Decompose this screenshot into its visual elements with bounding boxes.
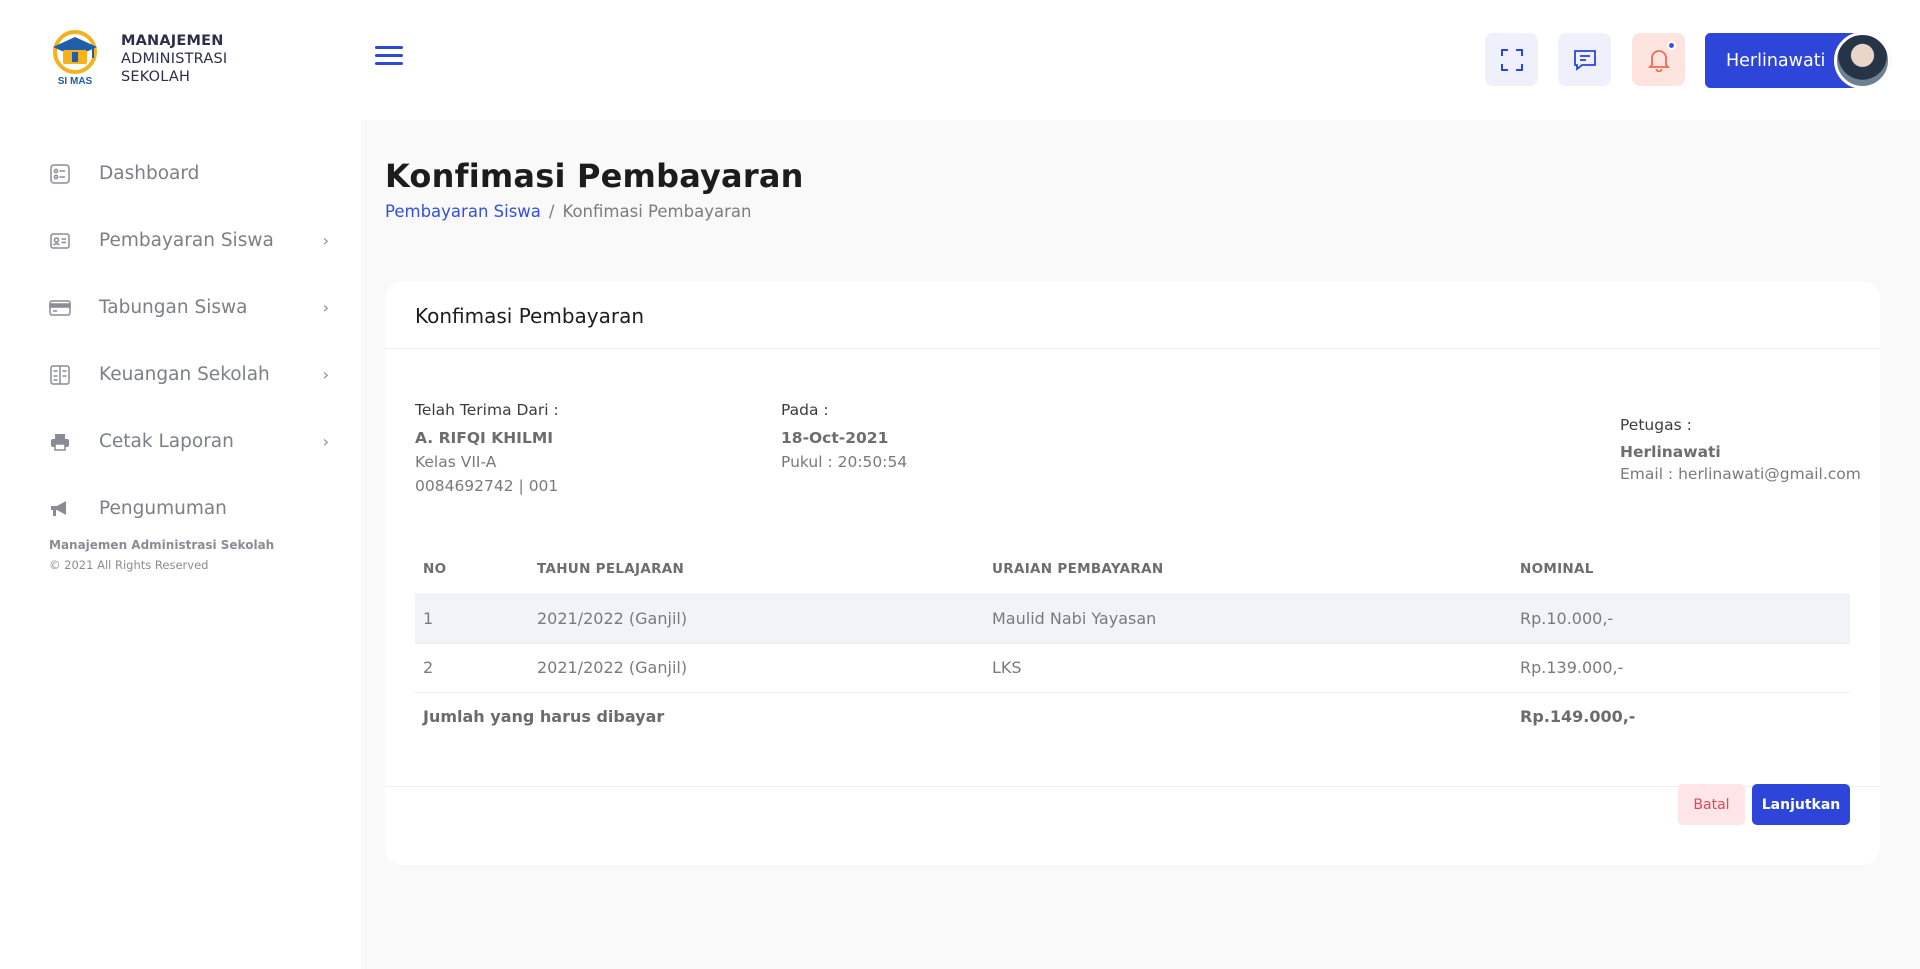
table-row: 1 2021/2022 (Ganjil) Maulid Nabi Yayasan…	[415, 593, 1850, 643]
bell-icon	[1647, 49, 1670, 72]
student-ids: 0084692742 | 001	[415, 477, 559, 495]
breadcrumb-link-pembayaran-siswa[interactable]: Pembayaran Siswa	[385, 202, 541, 221]
sidebar-footer-title: Manajemen Administrasi Sekolah	[49, 538, 275, 552]
hamburger-menu-icon[interactable]	[375, 46, 403, 68]
app-logo[interactable]: SI MAS MANAJEMEN ADMINISTRASI SEKOLAH	[49, 30, 227, 88]
cell-uraian-pembayaran: LKS	[984, 642, 1512, 692]
chevron-right-icon: ›	[322, 365, 329, 384]
sidebar-item-pengumuman[interactable]: Pengumuman	[49, 475, 329, 542]
user-name: Herlinawati	[1726, 50, 1826, 71]
sidebar-item-label: Pengumuman	[99, 498, 227, 519]
chevron-right-icon: ›	[322, 432, 329, 451]
confirmation-card: Konfimasi Pembayaran Telah Terima Dari :…	[385, 281, 1880, 865]
payment-table: NO TAHUN PELAJARAN URAIAN PEMBAYARAN NOM…	[415, 544, 1850, 741]
logo-text: MANAJEMEN ADMINISTRASI SEKOLAH	[121, 32, 227, 86]
table-row: 2 2021/2022 (Ganjil) LKS Rp.139.000,-	[415, 642, 1850, 692]
sidebar-footer-copyright: © 2021 All Rights Reserved	[49, 558, 209, 572]
notification-dot	[1667, 41, 1676, 50]
sidebar-item-keuangan-sekolah[interactable]: Keuangan Sekolah ›	[49, 341, 329, 408]
user-menu-button[interactable]: Herlinawati	[1705, 32, 1891, 89]
chat-icon	[1573, 49, 1596, 71]
cell-nominal: Rp.10.000,-	[1512, 593, 1850, 643]
cell-no: 1	[415, 593, 529, 643]
sidebar-item-label: Keuangan Sekolah	[99, 364, 270, 385]
cancel-button[interactable]: Batal	[1678, 784, 1745, 825]
table-header-row: NO TAHUN PELAJARAN URAIAN PEMBAYARAN NOM…	[415, 544, 1850, 594]
officer-label: Petugas :	[1620, 416, 1692, 434]
logo-line-3: SEKOLAH	[121, 69, 191, 85]
cell-tahun-pelajaran: 2021/2022 (Ganjil)	[529, 593, 984, 643]
page-title: Konfimasi Pembayaran	[385, 157, 804, 195]
card-divider	[385, 348, 1880, 349]
sidebar-item-label: Dashboard	[99, 163, 200, 184]
top-header: Herlinawati	[361, 0, 1920, 120]
column-header-nominal: NOMINAL	[1520, 560, 1594, 577]
officer-email: Email : herlinawati@gmail.com	[1620, 465, 1861, 483]
sidebar-item-label: Cetak Laporan	[99, 431, 234, 452]
sidebar-footer: Manajemen Administrasi Sekolah © 2021 Al…	[49, 538, 274, 572]
cell-tahun-pelajaran: 2021/2022 (Ganjil)	[529, 642, 984, 692]
student-class: Kelas VII-A	[415, 453, 497, 471]
officer-name: Herlinawati	[1620, 443, 1721, 461]
payment-date: 18-Oct-2021	[781, 429, 889, 447]
printer-icon	[49, 431, 71, 453]
sidebar-item-label: Tabungan Siswa	[99, 297, 248, 318]
breadcrumb-separator: /	[548, 202, 555, 221]
total-value: Rp.149.000,-	[1512, 691, 1850, 741]
avatar	[1834, 32, 1891, 89]
id-card-icon	[49, 230, 71, 252]
student-name: A. RIFQI KHILMI	[415, 429, 554, 447]
received-from-label: Telah Terima Dari :	[415, 401, 559, 419]
breadcrumb: Pembayaran Siswa / Konfimasi Pembayaran	[385, 202, 751, 221]
total-label: Jumlah yang harus dibayar	[415, 691, 1512, 741]
column-header-tahun-pelajaran: TAHUN PELAJARAN	[537, 560, 685, 577]
megaphone-icon	[49, 498, 71, 520]
logo-line-2: ADMINISTRASI	[121, 51, 228, 67]
sidebar-item-tabungan-siswa[interactable]: Tabungan Siswa ›	[49, 274, 329, 341]
fullscreen-icon	[1500, 48, 1523, 71]
cell-uraian-pembayaran: Maulid Nabi Yayasan	[984, 593, 1512, 643]
ledger-icon	[49, 364, 71, 386]
date-label: Pada :	[781, 401, 829, 419]
sidebar-item-pembayaran-siswa[interactable]: Pembayaran Siswa ›	[49, 207, 329, 274]
column-header-no: NO	[423, 560, 447, 577]
logo-badge: SI MAS	[58, 76, 93, 87]
credit-card-icon	[49, 297, 71, 319]
table-total-row: Jumlah yang harus dibayar Rp.149.000,-	[415, 691, 1850, 741]
continue-button[interactable]: Lanjutkan	[1752, 784, 1850, 825]
notifications-button[interactable]	[1632, 33, 1685, 86]
dashboard-icon	[49, 163, 71, 185]
chevron-right-icon: ›	[322, 298, 329, 317]
payment-time: Pukul : 20:50:54	[781, 453, 908, 471]
chevron-right-icon: ›	[322, 231, 329, 250]
cell-no: 2	[415, 642, 529, 692]
card-footer-divider	[385, 786, 1880, 787]
fullscreen-button[interactable]	[1485, 33, 1538, 86]
card-title: Konfimasi Pembayaran	[415, 304, 645, 328]
sidebar-item-dashboard[interactable]: Dashboard	[49, 140, 329, 207]
logo-line-1: MANAJEMEN	[121, 33, 224, 49]
sidebar-nav: Dashboard Pembayaran Siswa › Tabungan Si…	[49, 140, 329, 542]
sidebar-item-cetak-laporan[interactable]: Cetak Laporan ›	[49, 408, 329, 475]
sidebar: SI MAS MANAJEMEN ADMINISTRASI SEKOLAH Da…	[0, 0, 361, 969]
graduation-cap-logo-icon: SI MAS	[49, 30, 101, 88]
column-header-uraian-pembayaran: URAIAN PEMBAYARAN	[992, 560, 1164, 577]
messages-button[interactable]	[1558, 33, 1611, 86]
sidebar-item-label: Pembayaran Siswa	[99, 230, 274, 251]
cell-nominal: Rp.139.000,-	[1512, 642, 1850, 692]
breadcrumb-current: Konfimasi Pembayaran	[562, 202, 752, 221]
